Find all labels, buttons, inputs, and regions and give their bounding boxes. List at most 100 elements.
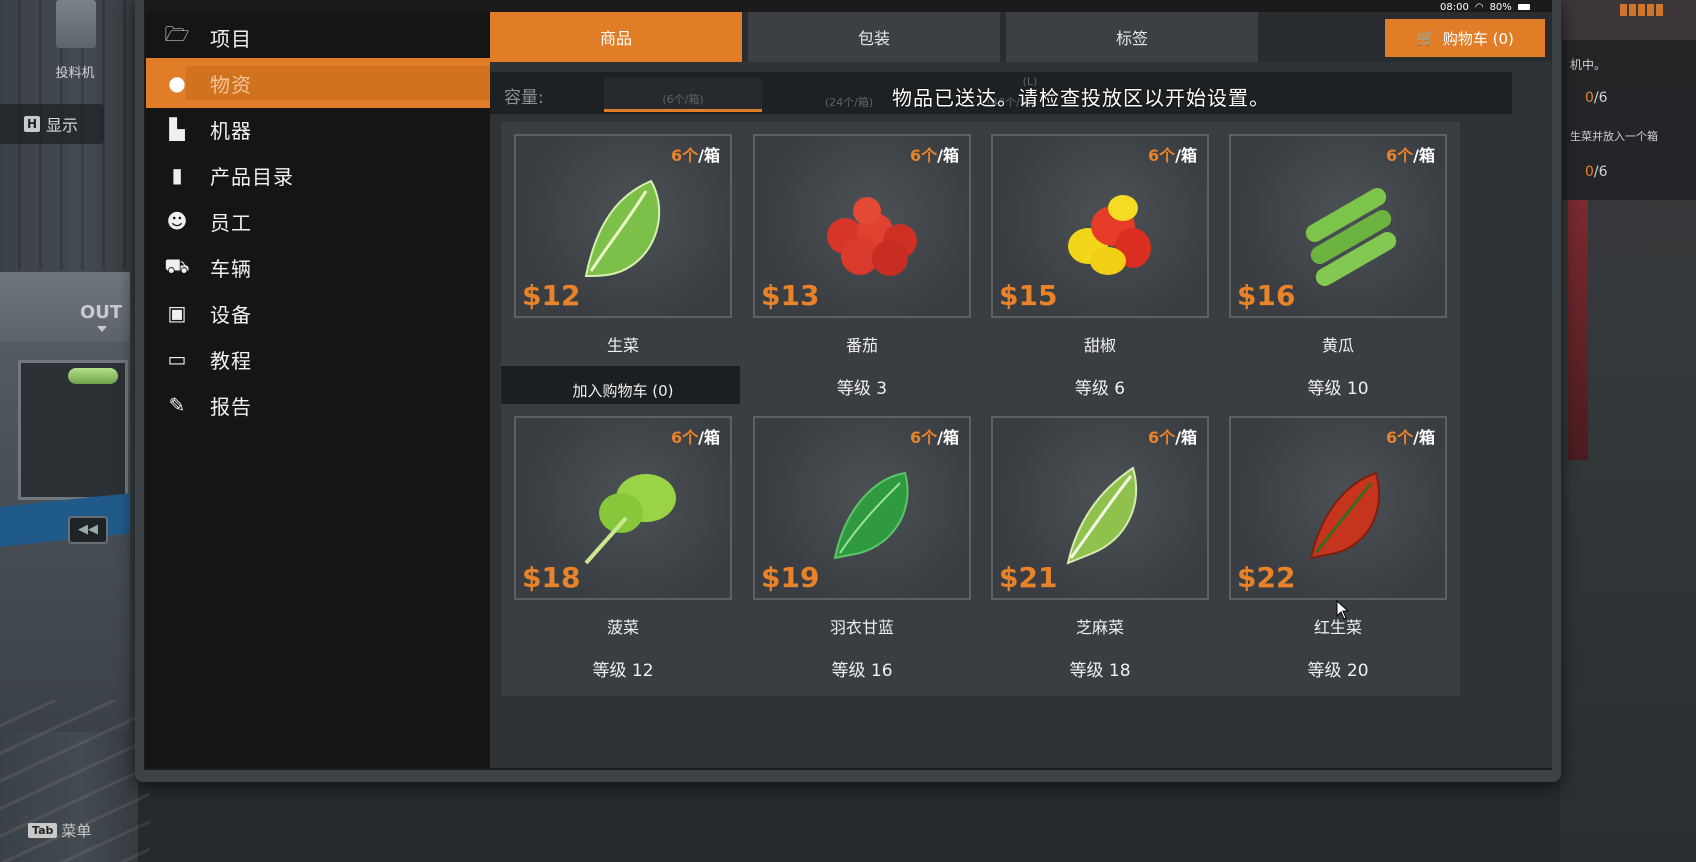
product-card[interactable]: 6个/箱 $16 黄瓜 等级 10 [1216,122,1460,414]
sidebar-item-label: 报告 [210,394,252,419]
per-box-count: 6个 [1386,146,1414,165]
product-name: 菠菜 [606,618,639,637]
per-box-unit: /箱 [1413,428,1435,447]
required-level: 等级 3 [836,379,888,399]
per-box-count: 6个 [671,428,699,447]
product-name: 生菜 [606,336,639,355]
sidebar-item-label: 设备 [210,302,252,327]
report-icon: ✎ [168,393,186,417]
feeder-label: 投料机 [55,66,95,81]
objective-text-1: 机中。 [1570,58,1607,72]
per-box-label: 6个/箱 [1386,142,1435,166]
per-box-count: 6个 [910,146,938,165]
product-image-frame: 6个/箱 $22 [1229,416,1447,600]
product-name: 黄瓜 [1321,336,1354,355]
per-box-unit: /箱 [937,428,959,447]
hud-indicator [1620,4,1663,16]
sidebar-item-label: 车辆 [210,256,252,281]
objective-text-2: 生菜并放入一个箱 [1570,130,1658,143]
catalog-book-icon: ▮ [171,163,183,187]
sidebar-item-4[interactable]: ☻ 员工 [146,196,490,246]
product-price: $15 [999,279,1058,312]
product-image-frame: 6个/箱 $19 [753,416,971,600]
tab-packaging[interactable]: 包装 [748,12,1000,62]
feeder-icon [56,0,96,48]
product-card[interactable]: 6个/箱 $22 红生菜 等级 20 [1216,404,1460,696]
out-label: OUT [80,302,123,323]
per-box-count: 6个 [1148,428,1176,447]
product-image-frame: 6个/箱 $18 [514,416,732,600]
equipment-box-icon: ▣ [167,301,187,325]
required-level: 等级 20 [1307,661,1369,681]
per-box-count: 6个 [1386,428,1414,447]
product-name: 番茄 [845,336,878,355]
tab-labels[interactable]: 标签 [1006,12,1258,62]
objective-count-2-total: /6 [1593,164,1608,180]
per-box-unit: /箱 [937,146,959,165]
product-price: $21 [999,561,1058,594]
sidebar-item-6[interactable]: ▣ 设备 [146,288,490,338]
tab-menu-label: 菜单 [61,822,92,840]
sidebar-item-3[interactable]: ▮ 产品目录 [146,150,490,200]
status-battery: 80% [1489,1,1512,13]
sidebar-item-1[interactable]: ● 物资 [146,58,490,108]
battery-icon [1517,4,1530,10]
feeder-machine: 投料机 [20,0,130,88]
product-card[interactable]: 6个/箱 $19 羽衣甘蓝 等级 16 [740,404,984,696]
product-card[interactable]: 6个/箱 $21 芝麻菜 等级 18 [978,404,1222,696]
sidebar-item-7[interactable]: ▭ 教程 [146,334,490,384]
employee-icon: ☻ [166,209,188,233]
tab-key: Tab [28,823,58,838]
out-arrow-icon [97,326,107,332]
per-box-label: 6个/箱 [1148,424,1197,448]
product-name: 甜椒 [1083,336,1116,355]
per-box-label: 6个/箱 [910,424,959,448]
sidebar-item-label: 物资 [210,72,252,97]
folder-icon: 🗁 [164,22,190,46]
sidebar: 🗁 项目 ● 物资 ▙ 机器 ▮ 产品目录 ☻ 员工 ⛟ 车辆 ▣ 设备 ▭ 教程 ✎ 报告 [146,12,490,768]
tutorial-book-icon: ▭ [167,347,187,371]
sidebar-item-2[interactable]: ▙ 机器 [146,104,490,154]
cart-icon: 🛒 [1416,29,1435,47]
product-image-frame: 6个/箱 $12 [514,134,732,318]
sidebar-item-5[interactable]: ⛟ 车辆 [146,242,490,292]
tab-bar: 商品 包装 标签 🛒 购物车 (0) [490,12,1552,62]
product-image-frame: 6个/箱 $21 [991,416,1209,600]
game-scene: 投料机 H 显示 OUT ◀◀ Tab 菜单 机中。 0/6 生菜并放入一个箱 … [0,0,1696,862]
per-box-unit: /箱 [1413,146,1435,165]
tab-products[interactable]: 商品 [490,12,742,62]
product-card[interactable]: 6个/箱 $13 番茄等级 3 [740,122,984,414]
wifi-icon: ◠ [1474,1,1484,13]
per-box-label: 6个/箱 [671,142,720,166]
per-box-label: 6个/箱 [1148,142,1197,166]
delivery-notice: 物品已送达。请检查投放区以开始设置。 [892,86,1270,110]
objective-count-2: 0/6 [1585,164,1608,180]
per-box-count: 6个 [1148,146,1176,165]
per-box-label: 6个/箱 [1386,424,1435,448]
product-card[interactable]: 6个/箱 $12 生菜 加入购物车 (0) [501,122,745,414]
capacity-bar: 容量: (6个/箱) (24个/箱) (48个/箱) (L) 物品已送达。请检查… [490,72,1512,114]
sidebar-item-8[interactable]: ✎ 报告 [146,380,490,430]
background-red-wall [1568,200,1588,460]
forklift-icon: ⛟ [164,253,190,278]
product-name: 羽衣甘蓝 [829,618,894,637]
per-box-unit: /箱 [1175,428,1197,447]
rewind-icon: ◀◀ [68,516,108,544]
tab-menu-hint: Tab 菜单 [28,820,91,841]
product-card[interactable]: 6个/箱 $15 甜椒 等级 6 [978,122,1222,414]
per-box-count: 6个 [671,146,699,165]
product-price: $13 [761,279,820,312]
objective-count-1-done: 0 [1585,90,1594,106]
product-card[interactable]: 6个/箱 $18 菠菜 等级 12 [501,404,745,696]
cart-button[interactable]: 🛒 购物车 (0) [1385,19,1545,57]
sidebar-item-0[interactable]: 🗁 项目 [146,12,490,62]
product-price: $18 [522,561,581,594]
sidebar-item-label: 员工 [210,210,252,235]
supplies-panel: 商品 包装 标签 🛒 购物车 (0) 容量: (6个/箱) (24个/箱) (4… [490,12,1552,768]
product-image-frame: 6个/箱 $13 [753,134,971,318]
sidebar-item-label: 机器 [210,118,252,143]
per-box-unit: /箱 [698,146,720,165]
show-hud-button[interactable]: H 显示 [0,104,104,144]
status-time: 08:00 [1440,1,1469,13]
show-key-hint: H [24,116,40,132]
